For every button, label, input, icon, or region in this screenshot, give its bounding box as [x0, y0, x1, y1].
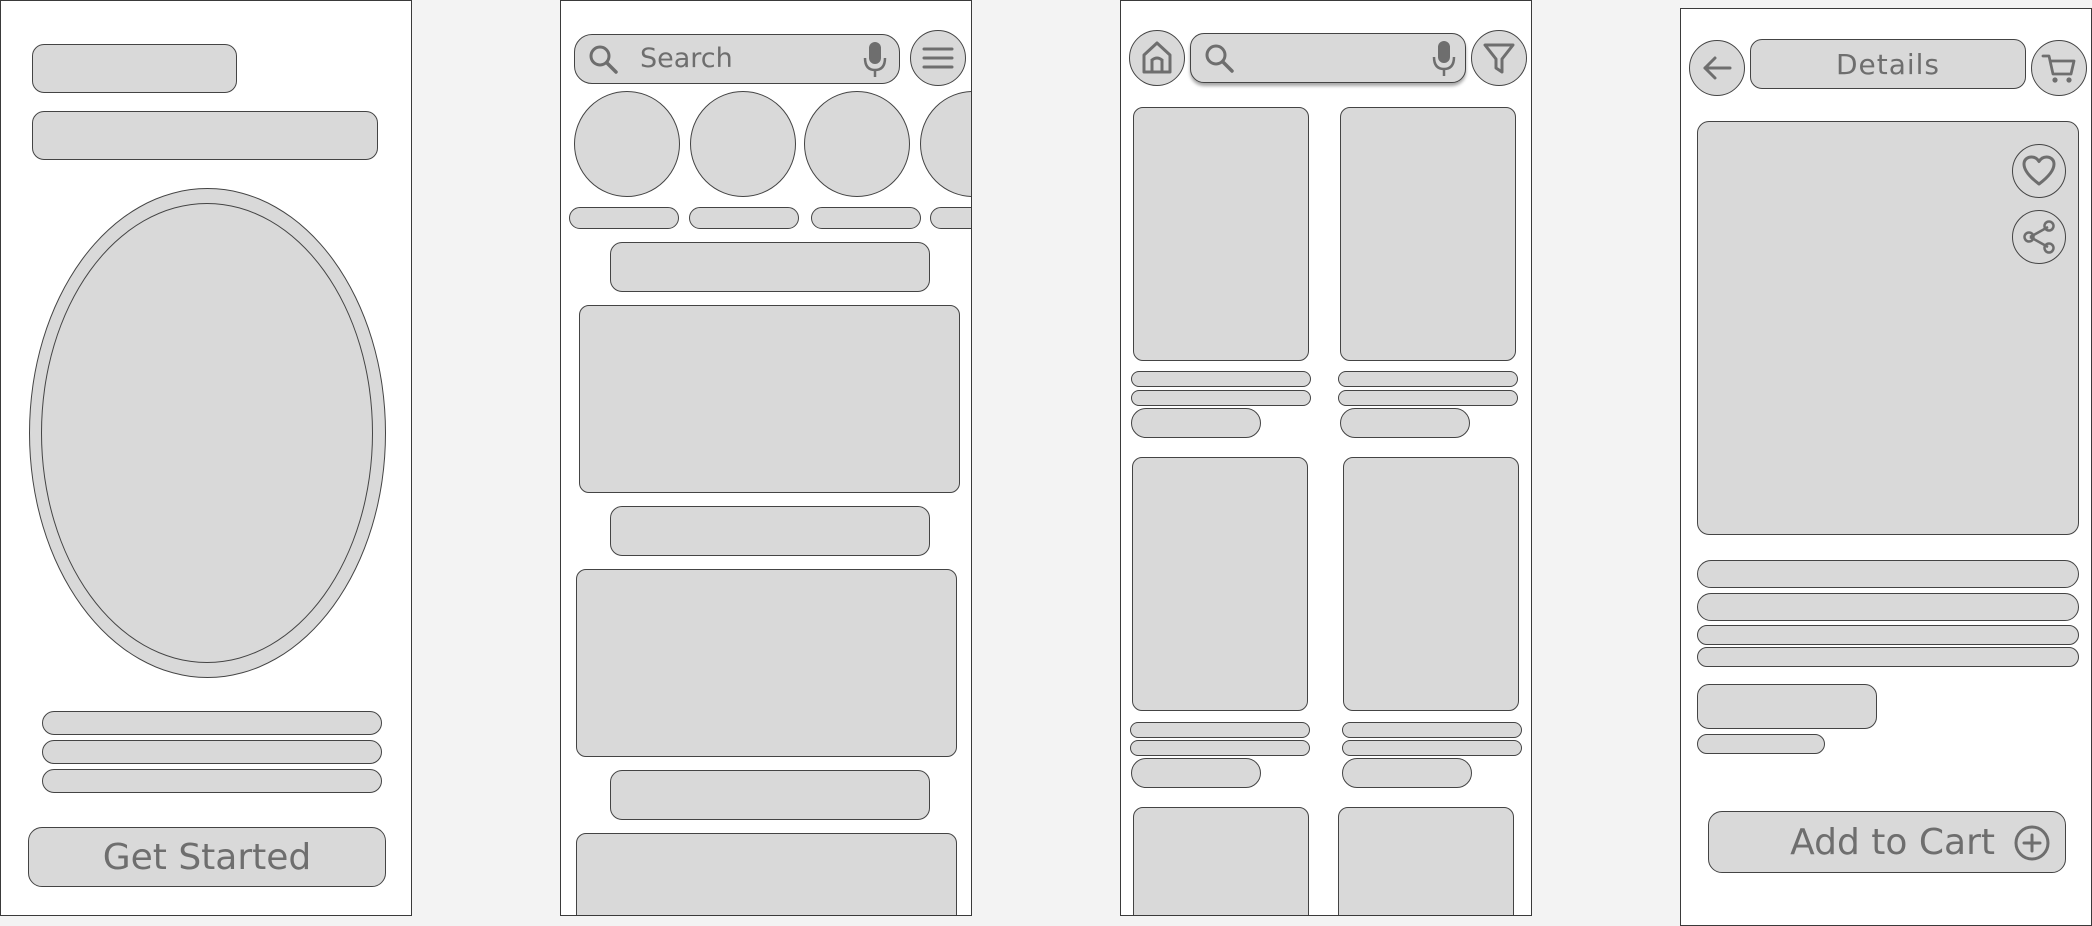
favorite-button[interactable]: [2012, 144, 2066, 198]
banner-card-1[interactable]: [579, 305, 960, 493]
price-placeholder: [1697, 684, 1877, 729]
category-circle-2[interactable]: [690, 91, 796, 197]
search-icon: [587, 43, 619, 75]
product-card-image[interactable]: [1132, 457, 1308, 711]
home-icon: [1140, 40, 1174, 74]
category-label-2: [689, 207, 799, 229]
product-card-image[interactable]: [1343, 457, 1519, 711]
text-line-2: [42, 740, 382, 764]
banner-card-2[interactable]: [576, 569, 957, 757]
product-card-image[interactable]: [1340, 107, 1516, 361]
share-button[interactable]: [2012, 210, 2066, 264]
product-image: [1697, 121, 2079, 535]
product-subtitle-line: [1338, 390, 1518, 406]
home-screen: Search: [560, 0, 972, 916]
product-price-tag: [1340, 408, 1470, 438]
description-line-1: [1697, 593, 2079, 621]
text-line-1: [42, 711, 382, 735]
product-title-line: [1131, 371, 1311, 387]
search-bar[interactable]: Search: [574, 34, 900, 84]
plus-circle-icon: [2013, 824, 2051, 862]
category-circle-3[interactable]: [804, 91, 910, 197]
section-header-1: [610, 242, 930, 292]
product-subtitle-line: [1131, 390, 1311, 406]
cart-icon: [2041, 50, 2077, 86]
page-title: Details: [1750, 39, 2026, 89]
product-name-line: [1697, 560, 2079, 588]
product-card-image[interactable]: [1338, 807, 1514, 915]
product-title-line: [1342, 722, 1522, 738]
back-button[interactable]: [1689, 40, 1745, 96]
product-price-tag: [1342, 758, 1472, 788]
search-placeholder: Search: [640, 43, 733, 74]
microphone-icon[interactable]: [1430, 40, 1458, 76]
filter-button[interactable]: [1471, 30, 1527, 86]
category-circle-4[interactable]: [920, 91, 971, 197]
rating-placeholder: [1697, 734, 1825, 754]
get-started-label: Get Started: [102, 836, 312, 878]
heart-icon: [2022, 155, 2056, 187]
search-bar[interactable]: [1190, 33, 1466, 83]
get-started-button[interactable]: Get Started: [28, 827, 386, 887]
section-header-3: [610, 770, 930, 820]
add-to-cart-label: Add to Cart: [1790, 821, 1995, 863]
add-to-cart-button[interactable]: Add to Cart: [1708, 811, 2066, 873]
microphone-icon[interactable]: [861, 41, 889, 77]
details-screen: Details Add to Cart: [1680, 8, 2092, 926]
cart-button[interactable]: [2031, 40, 2087, 96]
onboarding-screen: Get Started: [0, 0, 412, 916]
section-header-2: [610, 506, 930, 556]
banner-card-3[interactable]: [576, 833, 957, 915]
description-line-2: [1697, 625, 2079, 645]
search-icon: [1203, 42, 1235, 74]
filter-icon: [1482, 41, 1516, 75]
page-title-text: Details: [1835, 47, 1941, 81]
product-subtitle-line: [1342, 740, 1522, 756]
text-line-3: [42, 769, 382, 793]
product-title-line: [1130, 722, 1310, 738]
category-label-3: [811, 207, 921, 229]
product-title-line: [1338, 371, 1518, 387]
listing-screen: [1120, 0, 1532, 916]
hero-image-inner: [41, 203, 373, 663]
back-arrow-icon: [1700, 51, 1734, 85]
hamburger-menu-icon: [921, 41, 955, 75]
description-line-3: [1697, 647, 2079, 667]
category-circle-1[interactable]: [574, 91, 680, 197]
share-icon: [2022, 220, 2056, 254]
category-label-1: [569, 207, 679, 229]
home-button[interactable]: [1129, 30, 1185, 86]
product-card-image[interactable]: [1133, 807, 1309, 915]
title-placeholder: [32, 44, 237, 93]
category-label-4: [930, 207, 971, 229]
product-card-image[interactable]: [1133, 107, 1309, 361]
product-subtitle-line: [1130, 740, 1310, 756]
product-price-tag: [1131, 408, 1261, 438]
menu-button[interactable]: [910, 30, 966, 86]
product-price-tag: [1131, 758, 1261, 788]
subtitle-placeholder: [32, 111, 378, 160]
